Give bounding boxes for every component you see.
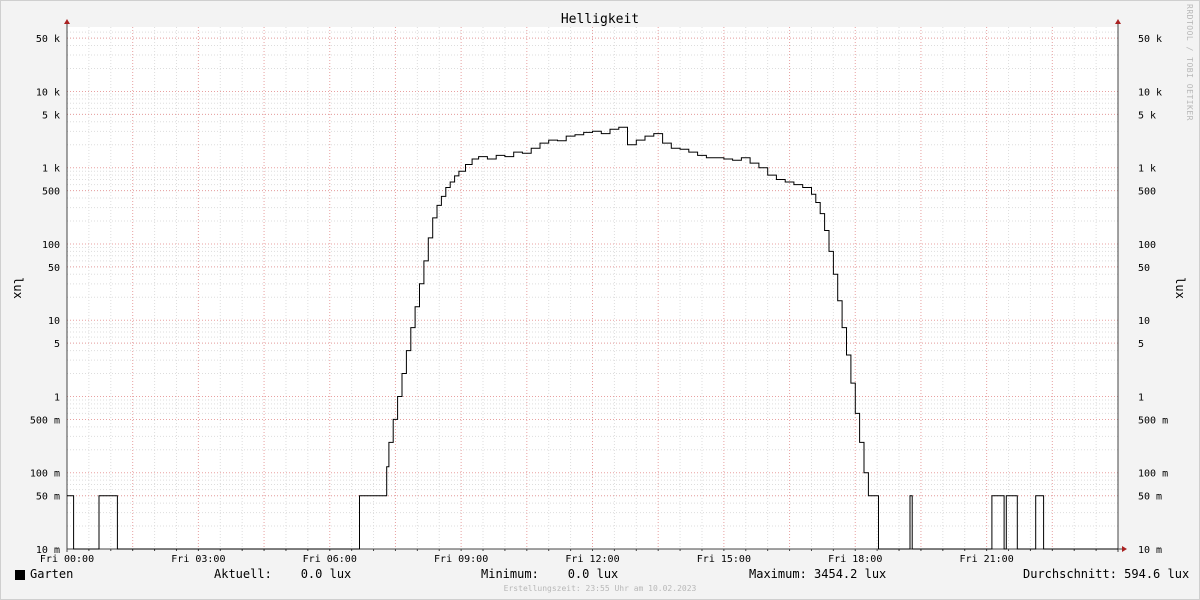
chart-title: Helligkeit bbox=[561, 12, 639, 27]
y-tick-label-right: 1 k bbox=[1138, 164, 1156, 175]
y-tick-label-right: 500 m bbox=[1138, 415, 1168, 426]
y-tick-label-right: 1 bbox=[1138, 392, 1144, 403]
x-tick-label: Fri 18:00 bbox=[828, 554, 882, 565]
y-tick-label-left: 1 k bbox=[42, 164, 60, 175]
y-tick-label-left: 1 bbox=[54, 392, 60, 403]
y-tick-label-right: 50 k bbox=[1138, 34, 1162, 45]
y-axis-arrow-icon-left bbox=[64, 19, 70, 24]
y-tick-label-left: 500 bbox=[42, 187, 60, 198]
x-tick-label: Fri 21:00 bbox=[960, 554, 1014, 565]
y-axis-label-left: lux bbox=[11, 277, 25, 299]
y-tick-label-right: 5 bbox=[1138, 339, 1144, 350]
x-tick-label: Fri 03:00 bbox=[171, 554, 225, 565]
x-tick-label: Fri 12:00 bbox=[565, 554, 619, 565]
y-tick-label-left: 5 bbox=[54, 339, 60, 350]
y-tick-label-left: 100 m bbox=[30, 469, 60, 480]
legend-average: Durchschnitt: 594.6 lux bbox=[1023, 567, 1190, 581]
x-axis-arrow-icon bbox=[1122, 546, 1127, 552]
y-tick-label-left: 10 bbox=[48, 316, 60, 327]
y-axis-arrow-icon-right bbox=[1115, 19, 1121, 24]
y-tick-label-right: 100 m bbox=[1138, 469, 1168, 480]
y-tick-label-left: 50 bbox=[48, 263, 60, 274]
y-axis-label-right: lux bbox=[1173, 277, 1187, 299]
legend-current: Aktuell: 0.0 lux bbox=[214, 567, 352, 581]
x-tick-label: Fri 06:00 bbox=[303, 554, 357, 565]
y-tick-label-right: 50 bbox=[1138, 263, 1150, 274]
y-tick-label-right: 100 bbox=[1138, 240, 1156, 251]
chart-canvas: Fri 00:00 Fri 03:00 Fri 06:00 Fri 09:00 Fri … bbox=[11, 12, 1187, 565]
legend-swatch bbox=[15, 570, 25, 580]
y-tick-label-right: 50 m bbox=[1138, 492, 1162, 503]
legend-series-name: Garten bbox=[30, 567, 74, 581]
watermark: RRDTOOL / TOBI OETIKER bbox=[1185, 4, 1194, 121]
y-tick-label-left: 50 m bbox=[36, 492, 60, 503]
y-tick-label-right: 10 m bbox=[1138, 545, 1162, 556]
y-tick-label-left: 10 m bbox=[36, 545, 60, 556]
legend-maximum: Maximum: 3454.2 lux bbox=[749, 567, 887, 581]
legend-minimum: Minimum: 0.0 lux bbox=[481, 567, 619, 581]
x-tick-label: Fri 09:00 bbox=[434, 554, 488, 565]
y-tick-label-left: 100 bbox=[42, 240, 60, 251]
y-tick-label-left: 50 k bbox=[36, 34, 60, 45]
y-tick-label-right: 10 k bbox=[1138, 87, 1162, 98]
y-tick-label-right: 5 k bbox=[1138, 110, 1156, 121]
y-tick-label-right: 500 bbox=[1138, 187, 1156, 198]
y-tick-label-left: 500 m bbox=[30, 415, 60, 426]
legend: Garten Aktuell: 0.0 lux Minimum: 0.0 lux… bbox=[0, 566, 1200, 584]
y-tick-label-left: 10 k bbox=[36, 87, 60, 98]
y-tick-label-right: 10 bbox=[1138, 316, 1150, 327]
y-tick-label-left: 5 k bbox=[42, 110, 60, 121]
x-tick-label: Fri 15:00 bbox=[697, 554, 751, 565]
footer-timestamp: Erstellungszeit: 23:55 Uhr am 10.02.2023 bbox=[503, 584, 697, 593]
